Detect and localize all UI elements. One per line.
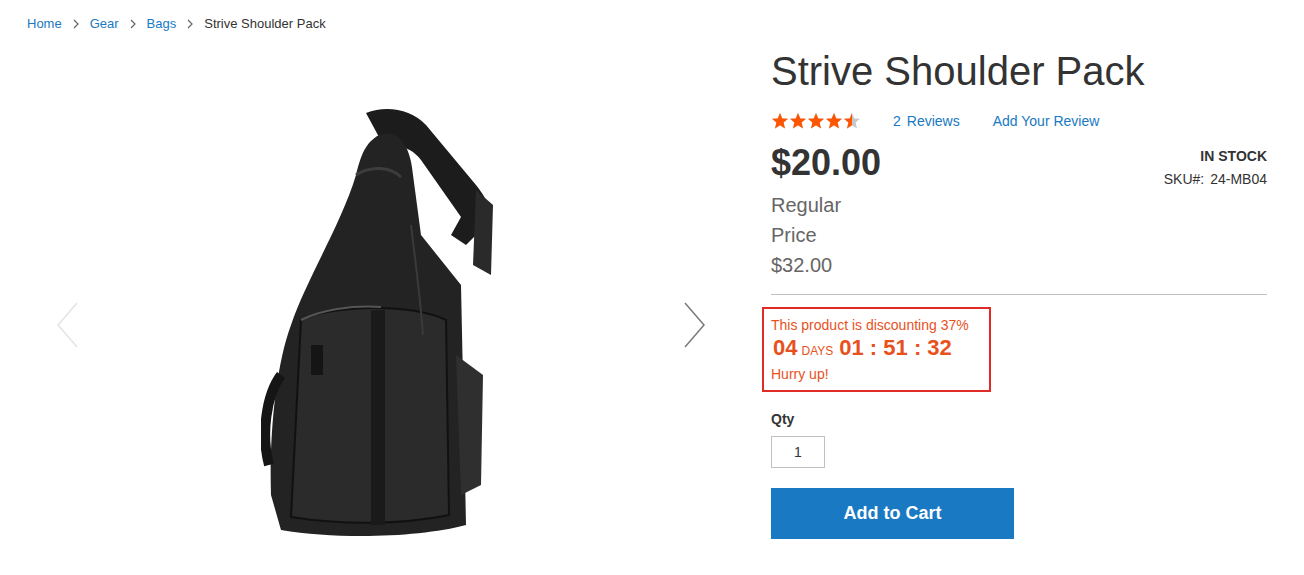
breadcrumb-current: Strive Shoulder Pack [204, 16, 325, 32]
qty-label: Qty [771, 410, 1267, 428]
stock-info: IN STOCKSKU#:24-MB04 [1164, 145, 1267, 191]
regular-price-label: Regular Price [771, 190, 861, 250]
breadcrumb-link[interactable]: Bags [147, 16, 177, 32]
add-to-cart-button[interactable]: Add to Cart [771, 488, 1014, 539]
rating-stars [771, 112, 861, 130]
countdown-time: 01 : 51 : 32 [839, 335, 952, 361]
regular-price: $32.00 [771, 250, 881, 280]
divider [771, 294, 1267, 295]
star-icon [807, 112, 825, 130]
reviews-link[interactable]: 2Reviews [893, 113, 960, 129]
qty-input[interactable] [771, 436, 825, 468]
star-icon [771, 112, 789, 130]
product-info: Strive Shoulder Pack 2Reviews Add Your Rev… [771, 45, 1267, 539]
star-icon [825, 112, 843, 130]
hurry-message: Hurry up! [771, 364, 969, 384]
rating-fill [771, 112, 852, 130]
stock-status: IN STOCK [1164, 145, 1267, 168]
countdown-box: This product is discounting 37%04DAYS01 … [762, 307, 991, 392]
arrow-left-icon[interactable] [55, 301, 81, 349]
price-box: $20.00 Regular Price$32.00 IN STOCKSKU#:24… [771, 143, 1267, 280]
discount-message: This product is discounting 37% [771, 315, 969, 335]
chevron-right-icon [72, 19, 80, 29]
countdown-timer: 04DAYS01 : 51 : 32 [771, 335, 969, 364]
rating-summary: 2Reviews Add Your Review [771, 111, 1267, 131]
breadcrumb-link[interactable]: Gear [90, 16, 119, 32]
product-title: Strive Shoulder Pack [771, 47, 1267, 95]
add-review-link[interactable]: Add Your Review [993, 113, 1100, 129]
breadcrumbs: Home Gear Bags Strive Shoulder Pack [0, 0, 1304, 45]
sku: SKU#:24-MB04 [1164, 168, 1267, 191]
countdown-days: 04 [773, 335, 797, 361]
chevron-right-icon [186, 19, 194, 29]
star-icon [843, 112, 861, 130]
days-label: DAYS [801, 338, 833, 364]
breadcrumb-link[interactable]: Home [27, 16, 62, 32]
chevron-right-icon [129, 19, 137, 29]
product-gallery [55, 45, 707, 575]
star-icon [789, 112, 807, 130]
arrow-right-icon[interactable] [681, 301, 707, 349]
final-price: $20.00 [771, 143, 881, 183]
star-icon [843, 112, 852, 130]
backpack-image [261, 105, 501, 545]
